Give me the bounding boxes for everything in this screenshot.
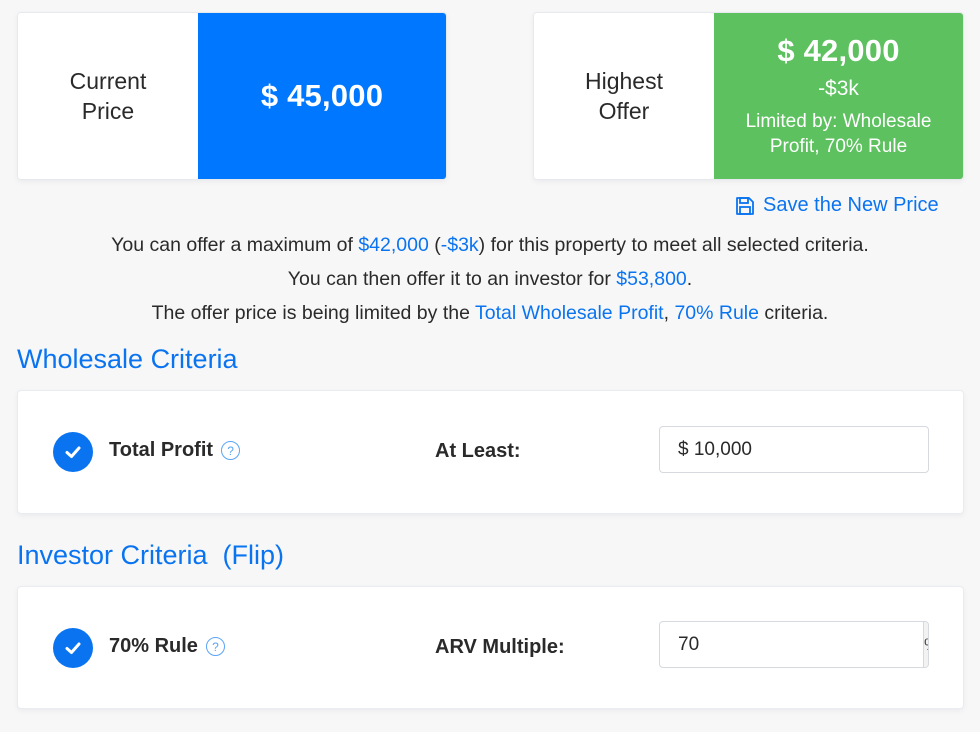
current-price-label: Current Price (18, 13, 198, 179)
seventy-percent-rule-label: 70% Rule (109, 635, 198, 657)
max-offer-delta: -$3k (440, 234, 479, 256)
arv-multiple-input[interactable] (660, 622, 923, 667)
total-profit-checkbox[interactable] (53, 432, 93, 472)
highest-offer-label-line2: Offer (598, 98, 650, 124)
current-price-label-line2: Price (81, 98, 135, 124)
investor-criteria-card: 70% Rule ? ARV Multiple: % (17, 586, 964, 709)
highest-offer-value-panel: $ 42,000 -$3k Limited by: Wholesale Prof… (714, 13, 963, 179)
limiting-criterion-70-rule[interactable]: 70% Rule (674, 302, 759, 324)
total-profit-label: Total Profit (109, 439, 214, 461)
floppy-disk-icon (736, 196, 754, 215)
highest-offer-value: $ 42,000 (777, 33, 900, 68)
summary-line-2: You can then offer it to an investor for… (0, 262, 980, 296)
offer-summary: You can offer a maximum of $42,000 (-$3k… (0, 228, 980, 330)
arv-multiple-input-wrapper: % (659, 621, 929, 668)
checkmark-icon (65, 642, 81, 654)
summary-text: You can then offer it to an investor for (287, 268, 617, 290)
total-profit-input[interactable] (660, 427, 928, 472)
wholesale-criteria-title: Wholesale Criteria (17, 344, 238, 374)
total-profit-input-wrapper (659, 426, 929, 473)
summary-text: You can offer a maximum of (111, 234, 359, 256)
summary-text: ) for this property to meet all selected… (478, 234, 869, 256)
highest-offer-delta: -$3k (818, 77, 859, 100)
limiting-criterion-wholesale-profit[interactable]: Total Wholesale Profit (475, 302, 664, 324)
limited-by-text: Limited by: Wholesale Profit, 70% Rule (745, 111, 932, 157)
current-price-card: Current Price $ 45,000 (17, 12, 447, 180)
price-summary-row: Current Price $ 45,000 Highest Offer $ 4… (0, 0, 980, 190)
seventy-percent-rule-criterion: 70% Rule ? (109, 635, 225, 658)
highest-offer-label: Highest Offer (534, 13, 714, 179)
highest-offer-label-line1: Highest (585, 68, 663, 94)
current-price-value: $ 45,000 (260, 78, 384, 113)
investor-offer-amount: $53,800 (616, 268, 687, 290)
summary-text: ( (428, 234, 441, 256)
help-icon[interactable]: ? (221, 441, 241, 460)
help-icon[interactable]: ? (205, 637, 225, 656)
summary-text: criteria. (759, 302, 829, 324)
summary-text: The offer price is being limited by the (151, 302, 475, 324)
summary-text: . (686, 268, 693, 290)
current-price-label-line1: Current (69, 68, 147, 94)
wholesale-criteria-card: Total Profit ? At Least: (17, 390, 964, 514)
summary-line-1: You can offer a maximum of $42,000 (-$3k… (0, 228, 980, 262)
arv-multiple-label: ARV Multiple: (435, 636, 565, 658)
summary-line-3: The offer price is being limited by the … (0, 296, 980, 330)
investor-criteria-title: Investor Criteria (Flip) (17, 540, 285, 570)
summary-text: , (663, 302, 675, 324)
at-least-label: At Least: (435, 440, 521, 462)
highest-offer-card: Highest Offer $ 42,000 -$3k Limited by: … (533, 12, 964, 180)
max-offer-amount: $42,000 (358, 234, 429, 256)
seventy-percent-rule-checkbox[interactable] (53, 628, 93, 668)
current-price-value-panel: $ 45,000 (198, 13, 446, 179)
total-profit-criterion: Total Profit ? (109, 439, 241, 462)
save-new-price-link[interactable]: Save the New Price (735, 194, 939, 217)
checkmark-icon (65, 446, 81, 458)
save-new-price-label: Save the New Price (763, 194, 939, 216)
percent-addon: % (923, 622, 928, 667)
